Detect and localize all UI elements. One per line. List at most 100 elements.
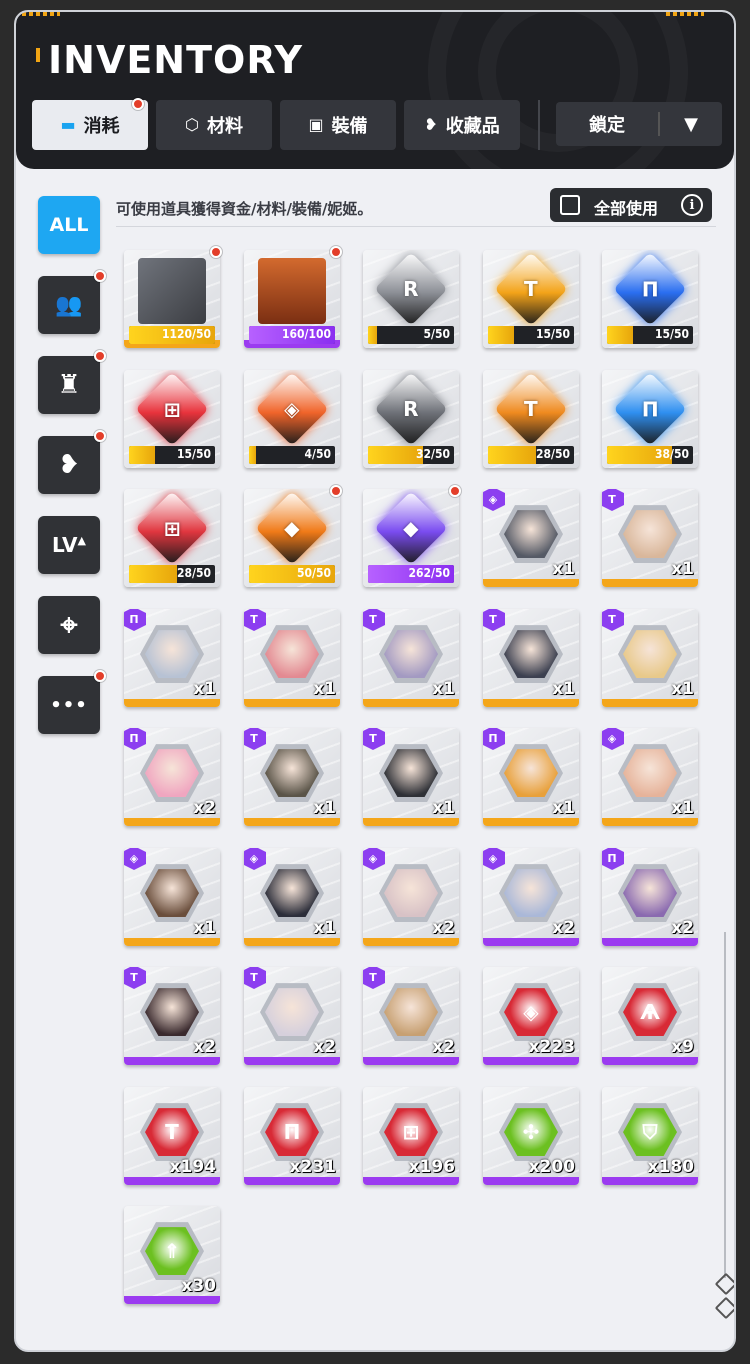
progress-text: 32/50 [416, 447, 450, 461]
inventory-item[interactable]: Tx1 [363, 728, 459, 826]
item-quantity: x1 [671, 798, 694, 818]
inventory-item[interactable]: ⛉ x180 [602, 1087, 698, 1185]
rarity-strip [363, 938, 459, 946]
progress-text: 262/50 [408, 566, 450, 580]
inventory-item[interactable]: Tx2 [363, 967, 459, 1065]
use-all-button[interactable]: 全部使用 i [550, 188, 712, 222]
emblem-glyph: ◈ [523, 1000, 539, 1025]
inventory-item[interactable]: ◈ x2 [363, 848, 459, 946]
crystal-glyph: ⊞ [163, 397, 181, 422]
scroll-down-icon[interactable] [714, 1296, 734, 1320]
progress-text: 50/50 [297, 566, 331, 580]
crystal-glyph: T [524, 397, 538, 422]
inventory-item[interactable]: ⇑ x30 [124, 1206, 220, 1304]
inventory-item[interactable]: Π 15/50 [602, 250, 698, 348]
inventory-item[interactable]: Tx1 [602, 609, 698, 707]
crystal-glyph: Π [641, 397, 659, 422]
filter-all-label: ALL [49, 214, 89, 236]
rarity-strip [483, 818, 579, 826]
inventory-item[interactable]: Tx1 [244, 728, 340, 826]
filter-more[interactable]: ••• [38, 670, 106, 734]
filter-gifts[interactable]: ❥ [38, 430, 106, 494]
tab-equipment[interactable]: ▣ 裝備 [280, 100, 396, 150]
item-quantity: x2 [432, 1037, 455, 1057]
item-quantity: x1 [313, 679, 336, 699]
backpack-icon: ▣ [308, 115, 324, 134]
inventory-item[interactable]: Ѧx9 [602, 967, 698, 1065]
item-quantity: x1 [552, 559, 575, 579]
rarity-strip [363, 1177, 459, 1185]
scrollbar[interactable] [724, 932, 726, 1278]
item-quantity: x2 [432, 918, 455, 938]
notification-dot [210, 246, 222, 258]
inventory-item[interactable]: ◆ 50/50 [244, 489, 340, 587]
inventory-header: INVENTORY ▬ 消耗 ⬡ 材料 ▣ 裝備 ❥ 收藏品 鎖定 ▼ [16, 12, 734, 169]
scroll-up-icon[interactable] [714, 1272, 734, 1296]
checkbox-icon[interactable] [560, 195, 580, 215]
progress-bar: 5/50 [368, 326, 454, 344]
inventory-item[interactable]: Tx2 [244, 967, 340, 1065]
filter-level-up[interactable]: LV ▲ [38, 516, 100, 574]
inventory-item[interactable]: R 5/50 [363, 250, 459, 348]
inventory-item[interactable]: 1120/50 [124, 250, 220, 348]
inventory-item[interactable]: ◈ x1 [602, 728, 698, 826]
filter-equipment[interactable]: ♜ [38, 350, 106, 414]
filter-target[interactable]: ⌖ [38, 596, 100, 654]
inventory-item[interactable]: Tx1 [244, 609, 340, 707]
progress-bar: 32/50 [368, 446, 454, 464]
progress-text: 4/50 [304, 447, 331, 461]
inventory-item[interactable]: Πx1 [124, 609, 220, 707]
inventory-item[interactable]: Π 38/50 [602, 370, 698, 468]
item-quantity: x180 [647, 1157, 694, 1177]
inventory-item[interactable]: T 28/50 [483, 370, 579, 468]
tab-consumables[interactable]: ▬ 消耗 [32, 98, 148, 150]
inventory-item[interactable]: Tx1 [363, 609, 459, 707]
item-quantity: x2 [552, 918, 575, 938]
inventory-item[interactable]: T 15/50 [483, 250, 579, 348]
lock-dropdown[interactable]: 鎖定 ▼ [556, 102, 722, 146]
tab-collectibles[interactable]: ❥ 收藏品 [404, 100, 520, 150]
progress-text: 15/50 [655, 327, 689, 341]
inventory-item[interactable]: 160/100 [244, 250, 340, 348]
item-quantity: x2 [671, 918, 694, 938]
level-up-label: LV [52, 533, 78, 557]
inventory-item[interactable]: ◆ 262/50 [363, 489, 459, 587]
inventory-item[interactable]: ⊞ 28/50 [124, 489, 220, 587]
inventory-item[interactable]: Tx194 [124, 1087, 220, 1185]
tab-materials[interactable]: ⬡ 材料 [156, 100, 272, 150]
emblem-glyph: T [165, 1120, 179, 1145]
inventory-item[interactable]: Tx1 [483, 609, 579, 707]
rarity-strip [602, 699, 698, 707]
filter-all[interactable]: ALL [38, 196, 100, 254]
progress-text: 160/100 [281, 327, 331, 341]
inventory-item[interactable]: ◈ x1 [244, 848, 340, 946]
inventory-item[interactable]: Πx1 [483, 728, 579, 826]
inventory-item[interactable]: ◈ x1 [124, 848, 220, 946]
heart-hand-icon: ❥ [58, 450, 80, 480]
inventory-item[interactable]: ⊞ 15/50 [124, 370, 220, 468]
inventory-item[interactable]: ✣ x200 [483, 1087, 579, 1185]
inventory-item[interactable]: Tx1 [602, 489, 698, 587]
inventory-item[interactable]: ◈ 4/50 [244, 370, 340, 468]
inventory-item[interactable]: ◈ x1 [483, 489, 579, 587]
inventory-item[interactable]: Πx2 [602, 848, 698, 946]
inventory-item[interactable]: ◈ x2 [483, 848, 579, 946]
inventory-item[interactable]: Tx2 [124, 967, 220, 1065]
progress-bar: 15/50 [607, 326, 693, 344]
inventory-item[interactable]: ⊞ x196 [363, 1087, 459, 1185]
progress-bar: 4/50 [249, 446, 335, 464]
rarity-strip [244, 818, 340, 826]
tab-label: 收藏品 [445, 116, 500, 137]
progress-fill [488, 326, 514, 344]
inventory-item[interactable]: ◈ x223 [483, 967, 579, 1065]
inventory-item[interactable]: Πx2 [124, 728, 220, 826]
item-quantity: x231 [289, 1157, 336, 1177]
rarity-strip [602, 1177, 698, 1185]
info-icon[interactable]: i [681, 194, 703, 216]
inventory-item[interactable]: R 32/50 [363, 370, 459, 468]
inventory-item[interactable]: Πx231 [244, 1087, 340, 1185]
filter-characters[interactable]: 👥 [38, 270, 106, 334]
header-corner-mark [666, 12, 704, 16]
card-icon [138, 258, 206, 324]
rarity-strip [124, 1177, 220, 1185]
